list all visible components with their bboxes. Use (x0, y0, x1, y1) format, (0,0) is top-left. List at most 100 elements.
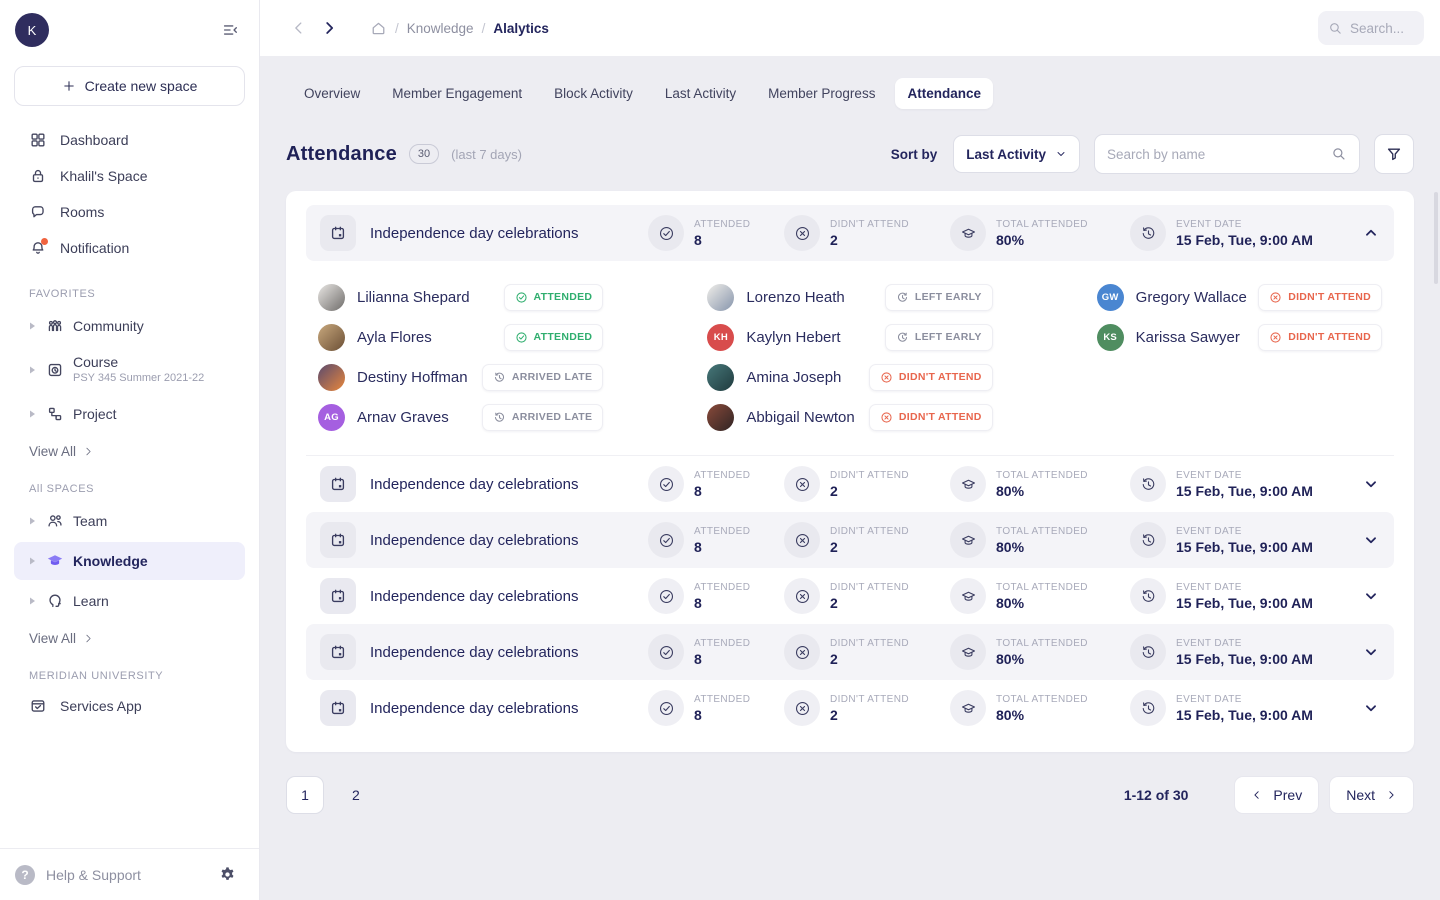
chevron-down-icon[interactable] (1362, 475, 1380, 493)
event-title: Independence day celebrations (370, 588, 634, 605)
sidebar-item-khalils-space[interactable]: Khalil's Space (0, 158, 259, 194)
global-search[interactable] (1318, 11, 1424, 45)
graduation-cap-outline-icon (950, 466, 986, 502)
tab-last-activity[interactable]: Last Activity (653, 78, 748, 109)
event-row[interactable]: Independence day celebrations ATTENDED8 … (306, 624, 1394, 680)
page-title: Attendance (286, 143, 397, 166)
sidebar-item-project[interactable]: Project (0, 395, 245, 433)
home-icon[interactable] (370, 20, 387, 37)
sidebar-item-team[interactable]: Team (0, 502, 245, 540)
pagination: 1 2 1-12 of 30 Prev Next (286, 776, 1414, 814)
nav-forward-icon[interactable] (316, 15, 342, 41)
calendar-icon (320, 578, 356, 614)
x-circle-icon (784, 634, 820, 670)
status-badge: ARRIVED LATE (482, 364, 603, 391)
sidebar-item-dashboard[interactable]: Dashboard (0, 122, 259, 158)
spaces-view-all-link[interactable]: View All (0, 621, 259, 648)
pagination-range: 1-12 of 30 (1124, 787, 1189, 803)
caret-right-icon (27, 596, 37, 606)
event-row[interactable]: Independence day celebrations ATTENDED8 … (306, 568, 1394, 624)
notification-dot (41, 238, 48, 245)
tab-member-engagement[interactable]: Member Engagement (380, 78, 534, 109)
chevron-down-icon[interactable] (1362, 531, 1380, 549)
calendar-icon (320, 215, 356, 251)
history-clock-icon (1130, 578, 1166, 614)
event-row[interactable]: Independence day celebrations ATTENDED8 … (306, 512, 1394, 568)
check-circle-icon (515, 291, 528, 304)
attendee-row: GW Gregory Wallace DIDN'T ATTEND (1097, 281, 1382, 313)
history-clock-icon (1130, 522, 1166, 558)
tab-member-progress[interactable]: Member Progress (756, 78, 887, 109)
main-area: / Knowledge / Alalytics Overview Member … (260, 0, 1440, 900)
tab-overview[interactable]: Overview (292, 78, 372, 109)
avatar: GW (1097, 284, 1124, 311)
tab-block-activity[interactable]: Block Activity (542, 78, 645, 109)
org-section-label: MERIDIAN UNIVERSITY (0, 648, 259, 688)
x-circle-icon (784, 690, 820, 726)
breadcrumb-knowledge[interactable]: Knowledge (407, 21, 474, 36)
sidebar-item-label: Project (73, 406, 117, 422)
attendee-row: KH Kaylyn Hebert LEFT EARLY (707, 321, 992, 353)
filter-button[interactable] (1374, 134, 1414, 174)
name-search-input[interactable] (1107, 147, 1323, 162)
sort-dropdown[interactable]: Last Activity (953, 135, 1080, 173)
avatar: KH (707, 324, 734, 351)
page-button-1[interactable]: 1 (286, 776, 324, 814)
chevron-down-icon[interactable] (1362, 587, 1380, 605)
x-circle-icon (784, 215, 820, 251)
favorites-section-label: FAVORITES (0, 266, 259, 306)
settings-gear-icon[interactable] (218, 865, 237, 884)
x-circle-icon (1269, 331, 1282, 344)
user-avatar[interactable]: K (15, 13, 49, 47)
status-badge: DIDN'T ATTEND (1258, 284, 1382, 311)
nav-back-icon[interactable] (286, 15, 312, 41)
chevron-up-icon[interactable] (1362, 224, 1380, 242)
graduation-cap-outline-icon (950, 690, 986, 726)
event-row-expanded[interactable]: Independence day celebrations ATTENDED8 … (306, 205, 1394, 261)
attendee-row: Lilianna Shepard ATTENDED (318, 281, 603, 313)
sidebar-item-services-app[interactable]: Services App (0, 688, 259, 724)
sidebar-item-rooms[interactable]: Rooms (0, 194, 259, 230)
avatar: AG (318, 404, 345, 431)
check-circle-icon (648, 522, 684, 558)
sidebar-collapse-icon[interactable] (221, 21, 239, 39)
help-support-link[interactable]: ? Help & Support (15, 865, 141, 885)
sidebar-item-label: Learn (73, 593, 109, 609)
page-button-2[interactable]: 2 (352, 787, 360, 803)
event-row[interactable]: Independence day celebrations ATTENDED8 … (306, 680, 1394, 736)
stat-event-date: EVENT DATE15 Feb, Tue, 9:00 AM (1130, 215, 1342, 251)
sidebar-item-learn[interactable]: Learn (0, 582, 245, 620)
avatar (318, 324, 345, 351)
sidebar-item-course[interactable]: Course PSY 345 Summer 2021-22 (0, 347, 245, 393)
filter-funnel-icon (1385, 145, 1403, 163)
sidebar-item-label: Khalil's Space (60, 168, 148, 184)
sidebar-item-label: Course PSY 345 Summer 2021-22 (73, 354, 204, 385)
event-row[interactable]: Independence day celebrations ATTENDED8 … (306, 456, 1394, 512)
sidebar-item-notification[interactable]: Notification (0, 230, 259, 266)
avatar (318, 284, 345, 311)
create-new-space-button[interactable]: Create new space (14, 66, 245, 106)
search-icon (1328, 21, 1343, 36)
favorites-view-all-link[interactable]: View All (0, 434, 259, 461)
prev-button[interactable]: Prev (1234, 776, 1319, 814)
chevron-down-icon[interactable] (1362, 643, 1380, 661)
next-button[interactable]: Next (1329, 776, 1414, 814)
sidebar-item-community[interactable]: Community (0, 307, 245, 345)
status-badge: LEFT EARLY (885, 324, 993, 351)
chevron-right-icon (83, 633, 94, 644)
name-search[interactable] (1094, 134, 1360, 174)
global-search-input[interactable] (1350, 21, 1412, 36)
scrollbar-thumb[interactable] (1434, 192, 1438, 284)
check-circle-icon (648, 215, 684, 251)
grid-icon (29, 131, 47, 149)
check-circle-icon (648, 578, 684, 614)
sidebar-item-knowledge[interactable]: Knowledge (14, 542, 245, 580)
tab-attendance[interactable]: Attendance (895, 78, 993, 109)
check-circle-icon (515, 331, 528, 344)
create-new-space-label: Create new space (85, 78, 198, 94)
status-badge: ATTENDED (504, 324, 604, 351)
x-circle-icon (1269, 291, 1282, 304)
sidebar-item-label: Notification (60, 240, 129, 256)
chevron-down-icon[interactable] (1362, 699, 1380, 717)
lock-icon (29, 167, 47, 185)
